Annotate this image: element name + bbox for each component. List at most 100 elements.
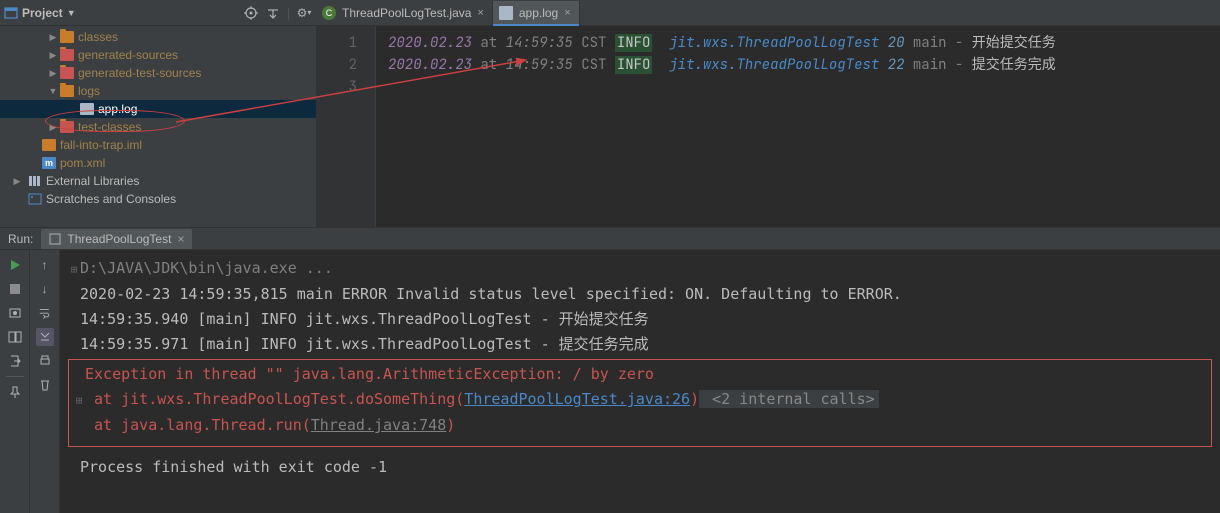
date: 2020.02.23 <box>388 56 472 74</box>
log-line: 2020.02.23 at 14:59:35 CST INFO jit.wxs.… <box>388 32 1056 54</box>
tree-folder-test-classes[interactable]: ▶test-classes <box>0 118 316 136</box>
stop-button[interactable] <box>6 280 24 298</box>
rerun-button[interactable] <box>6 256 24 274</box>
project-sidebar: Project ▼ | ⚙▾ ▶classes ▶ generated-sourc… <box>0 0 316 227</box>
expand-icon: ▶ <box>46 50 60 61</box>
file-icon <box>80 103 94 115</box>
line-num: 20 <box>888 34 905 52</box>
console-output[interactable]: ⊞D:\JAVA\JDK\bin\java.exe ... 2020-02-23… <box>60 250 1220 513</box>
gear-icon[interactable]: ⚙▾ <box>296 5 312 21</box>
console-line: 2020-02-23 14:59:35,815 main ERROR Inval… <box>80 285 902 303</box>
folder-icon <box>60 85 74 97</box>
finish-line: Process finished with exit code -1 <box>80 458 387 476</box>
run-label: Run: <box>4 232 37 246</box>
wrap-button[interactable] <box>36 304 54 322</box>
line-number: 1 <box>316 32 357 54</box>
tree-folder-generated-test-sources[interactable]: ▶ generated-test-sources <box>0 64 316 82</box>
locate-icon[interactable] <box>243 5 259 21</box>
tree-label: fall-into-trap.iml <box>60 138 142 152</box>
console-line: 14:59:35.971 [main] INFO jit.wxs.ThreadP… <box>80 335 649 353</box>
up-button[interactable]: ↑ <box>36 256 54 274</box>
exception-head: Exception in thread "" java.lang.Arithme… <box>85 365 654 383</box>
run-toolbar-left <box>0 250 30 513</box>
scratch-icon <box>28 193 42 205</box>
gutter: 123 <box>316 26 376 227</box>
exit-button[interactable] <box>6 352 24 370</box>
expand-icon: ▶ <box>46 122 60 133</box>
level: INFO <box>615 34 653 52</box>
scroll-end-button[interactable] <box>36 328 54 346</box>
tree-folder-classes[interactable]: ▶classes <box>0 28 316 46</box>
stack-link[interactable]: ThreadPoolLogTest.java:26 <box>464 390 690 408</box>
expand-icon: ▶ <box>46 32 60 43</box>
tree-folder-logs[interactable]: ▼logs <box>0 82 316 100</box>
project-title-text: Project <box>22 6 63 20</box>
tree-file-app-log[interactable]: app.log <box>0 100 316 118</box>
tab-log[interactable]: app.log × <box>493 1 580 25</box>
thread: main <box>913 34 947 52</box>
run-toolbar-mid: ↑ ↓ <box>30 250 60 513</box>
tree-file-pom[interactable]: m pom.xml <box>0 154 316 172</box>
project-title[interactable]: Project ▼ <box>4 6 76 20</box>
tab-java[interactable]: C ThreadPoolLogTest.java × <box>316 1 493 25</box>
tree-label: app.log <box>98 102 137 116</box>
thread: main <box>913 56 947 74</box>
tz: CST <box>581 56 606 74</box>
folder-icon <box>60 67 74 79</box>
tree-label: generated-sources <box>78 48 178 62</box>
folder-icon <box>60 31 74 43</box>
scratches-consoles[interactable]: Scratches and Consoles <box>0 190 316 208</box>
project-icon <box>4 6 18 20</box>
dump-button[interactable] <box>6 304 24 322</box>
time: 14:59:35 <box>506 56 573 74</box>
dash: - <box>955 34 963 52</box>
close-icon[interactable]: × <box>177 232 184 246</box>
project-header: Project ▼ | ⚙▾ <box>0 0 316 26</box>
run-tab[interactable]: ThreadPoolLogTest × <box>41 229 192 249</box>
tree-label: pom.xml <box>60 156 105 170</box>
close-icon[interactable]: × <box>564 7 570 19</box>
code-content: 2020.02.23 at 14:59:35 CST INFO jit.wxs.… <box>376 26 1056 227</box>
line-number: 2 <box>316 54 357 76</box>
collapse-icon[interactable] <box>265 5 281 21</box>
expand-icon: ▶ <box>10 176 24 187</box>
tree-label: generated-test-sources <box>78 66 201 80</box>
print-button[interactable] <box>36 352 54 370</box>
log-line: 2020.02.23 at 14:59:35 CST INFO jit.wxs.… <box>388 54 1056 76</box>
at: at <box>480 56 497 74</box>
exception-block: Exception in thread "" java.lang.Arithme… <box>68 359 1212 447</box>
tab-label: ThreadPoolLogTest.java <box>342 6 471 20</box>
down-button[interactable]: ↓ <box>36 280 54 298</box>
run-tool-header: Run: ThreadPoolLogTest × <box>0 228 1220 250</box>
file-icon <box>499 6 513 20</box>
file-icon <box>42 139 56 151</box>
stack-at: at jit.wxs.ThreadPoolLogTest.doSomeThing… <box>85 390 464 408</box>
close-icon[interactable]: × <box>477 7 483 19</box>
time: 14:59:35 <box>506 34 573 52</box>
tab-label: app.log <box>519 6 558 20</box>
class-icon: C <box>322 6 336 20</box>
maven-icon: m <box>42 157 56 169</box>
dash: - <box>955 56 963 74</box>
at: at <box>480 34 497 52</box>
pin-button[interactable] <box>6 383 24 401</box>
folder-icon <box>60 121 74 133</box>
line-num: 22 <box>888 56 905 74</box>
tree-label: logs <box>78 84 100 98</box>
layout-button[interactable] <box>6 328 24 346</box>
class: jit.wxs.ThreadPoolLogTest <box>669 56 879 74</box>
clear-button[interactable] <box>36 376 54 394</box>
expand-icon: ▶ <box>46 68 60 79</box>
line-number: 3 <box>316 76 357 98</box>
fold-icon[interactable]: ⊞ <box>68 257 80 282</box>
external-libraries[interactable]: ▶External Libraries <box>0 172 316 190</box>
code-area[interactable]: 123 2020.02.23 at 14:59:35 CST INFO jit.… <box>316 26 1220 227</box>
tree-folder-generated-sources[interactable]: ▶ generated-sources <box>0 46 316 64</box>
msg: 提交任务完成 <box>972 56 1056 74</box>
stack-link[interactable]: Thread.java:748 <box>311 416 446 434</box>
stack-at: at java.lang.Thread.run( <box>85 416 311 434</box>
tree-file-iml[interactable]: fall-into-trap.iml <box>0 136 316 154</box>
library-icon <box>28 175 42 187</box>
fold-icon[interactable]: ⊞ <box>73 388 85 413</box>
msg: 开始提交任务 <box>972 34 1056 52</box>
